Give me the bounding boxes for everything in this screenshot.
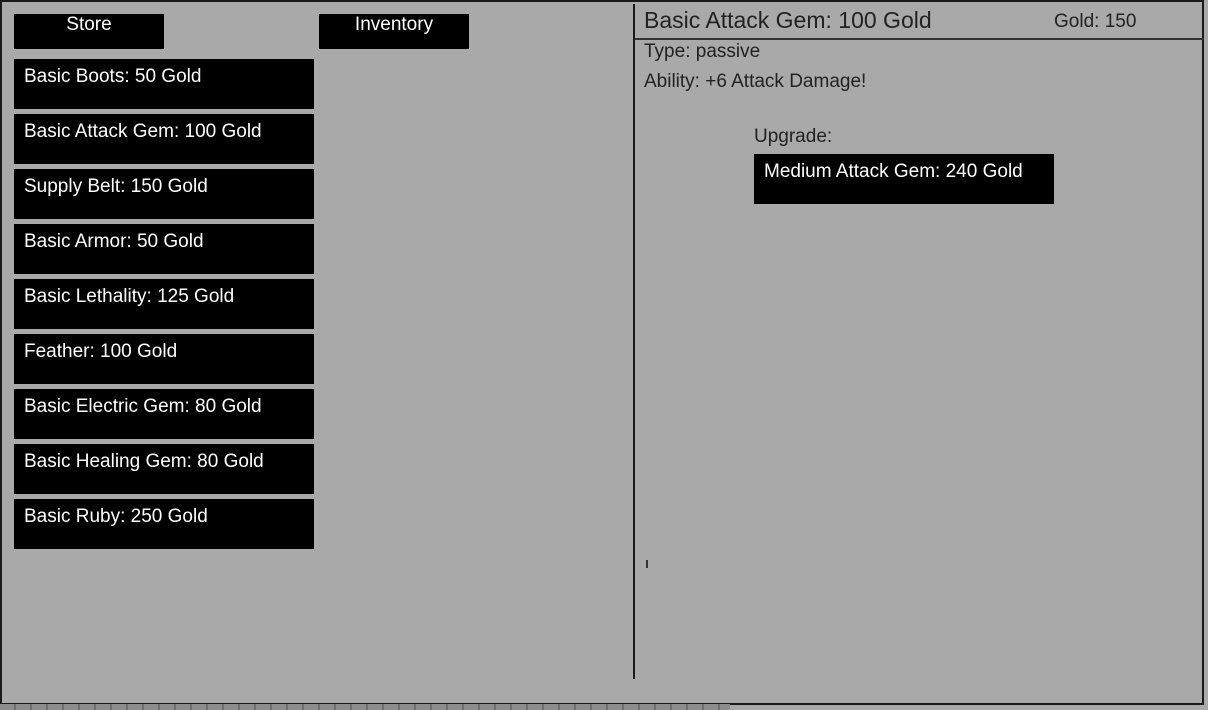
text-caret (646, 560, 648, 568)
store-item-basic-electric-gem[interactable]: Basic Electric Gem: 80 Gold (14, 389, 314, 439)
upgrade-item-button[interactable]: Medium Attack Gem: 240 Gold (754, 154, 1054, 204)
bottom-texture-strip (0, 704, 730, 710)
store-item-feather[interactable]: Feather: 100 Gold (14, 334, 314, 384)
store-item-basic-healing-gem[interactable]: Basic Healing Gem: 80 Gold (14, 444, 314, 494)
store-item-basic-lethality[interactable]: Basic Lethality: 125 Gold (14, 279, 314, 329)
store-tab-button[interactable]: Store (14, 14, 164, 49)
item-ability: Ability: +6 Attack Damage! (644, 71, 867, 92)
store-item-basic-ruby[interactable]: Basic Ruby: 250 Gold (14, 499, 314, 549)
store-item-supply-belt[interactable]: Supply Belt: 150 Gold (14, 169, 314, 219)
store-item-basic-boots[interactable]: Basic Boots: 50 Gold (14, 59, 314, 109)
item-title: Basic Attack Gem: 100 Gold (644, 7, 932, 33)
gold-counter: Gold: 150 (1054, 11, 1137, 32)
store-item-basic-attack-gem[interactable]: Basic Attack Gem: 100 Gold (14, 114, 314, 164)
item-details-pane: Basic Attack Gem: 100 Gold Gold: 150 Typ… (635, 4, 1204, 679)
game-store-panel: Store Inventory Basic Boots: 50 Gold Bas… (0, 0, 1204, 705)
item-type: Type: passive (644, 41, 761, 62)
store-item-basic-armor[interactable]: Basic Armor: 50 Gold (14, 224, 314, 274)
inventory-tab-button[interactable]: Inventory (319, 14, 469, 49)
store-item-list: Basic Boots: 50 Gold Basic Attack Gem: 1… (14, 59, 314, 554)
details-header: Basic Attack Gem: 100 Gold Gold: 150 (635, 4, 1204, 40)
upgrade-label: Upgrade: (754, 126, 833, 147)
